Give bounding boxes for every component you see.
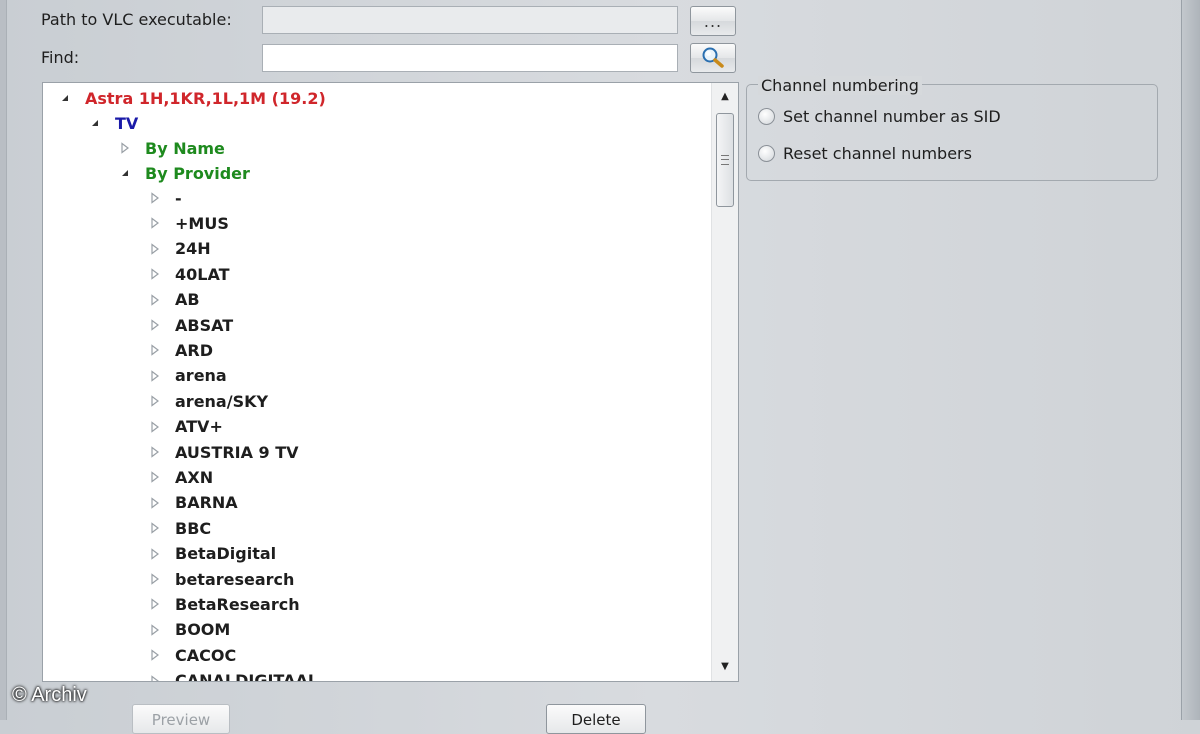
expand-arrow-icon[interactable] <box>147 241 163 257</box>
tree-node-label: betaresearch <box>175 569 295 589</box>
tree-node-root[interactable]: Astra 1H,1KR,1L,1M (19.2) <box>57 86 326 110</box>
tree-node-label: - <box>175 188 182 208</box>
vlc-path-field[interactable] <box>262 6 678 34</box>
expand-arrow-icon[interactable] <box>147 342 163 358</box>
watermark: © Archiv <box>12 684 87 706</box>
delete-button[interactable]: Delete <box>546 704 646 734</box>
tree-node-label: ABSAT <box>175 315 234 335</box>
expand-arrow-icon[interactable] <box>147 520 163 536</box>
tree-node-provider[interactable]: AUSTRIA 9 TV <box>147 440 299 464</box>
tree-node-label: arena <box>175 366 227 386</box>
expand-arrow-icon[interactable] <box>147 495 163 511</box>
tree-node-provider[interactable]: AXN <box>147 465 213 489</box>
tree-node-label: ATV+ <box>175 417 223 437</box>
tree-node-provider[interactable]: arena <box>147 364 227 388</box>
tree-node-provider[interactable]: ABSAT <box>147 313 233 337</box>
tree-node-provider[interactable]: 40LAT <box>147 262 230 286</box>
tree-node-provider[interactable]: arena/SKY <box>147 389 268 413</box>
channel-numbering-title: Channel numbering <box>758 76 922 95</box>
tree-node-label: CACOC <box>175 645 237 665</box>
tree-node-label: By Name <box>145 138 225 158</box>
tree-node-provider[interactable]: BetaResearch <box>147 592 300 616</box>
expand-arrow-icon[interactable] <box>147 622 163 638</box>
tree-node-label: Astra 1H,1KR,1L,1M (19.2) <box>85 88 326 108</box>
grip-icon <box>721 155 729 165</box>
find-input[interactable] <box>262 44 678 72</box>
tree-node-label: By Provider <box>145 163 250 183</box>
tree-node-provider[interactable]: 24H <box>147 237 211 261</box>
tree-node-provider[interactable]: +MUS <box>147 211 229 235</box>
tree-node-provider[interactable]: BARNA <box>147 491 238 515</box>
radio-reset-channel-numbers[interactable]: Reset channel numbers <box>758 144 972 163</box>
tree-node-label: BARNA <box>175 493 238 513</box>
radio-set-channel-number-as-sid[interactable]: Set channel number as SID <box>758 107 1001 126</box>
tree-node-label: TV <box>115 113 139 133</box>
expand-arrow-icon[interactable] <box>147 469 163 485</box>
tree-node-provider[interactable]: ATV+ <box>147 415 223 439</box>
tree-node-provider[interactable]: BOOM <box>147 618 230 642</box>
tree-node-label: BOOM <box>175 620 231 640</box>
expand-arrow-icon[interactable] <box>147 444 163 460</box>
scroll-down-arrow-icon[interactable]: ▼ <box>712 655 738 677</box>
expand-arrow-icon[interactable] <box>147 393 163 409</box>
tree-node-label: 40LAT <box>175 264 230 284</box>
expand-arrow-icon[interactable] <box>147 546 163 562</box>
tree-node-label: arena/SKY <box>175 391 269 411</box>
window-right-edge <box>1181 0 1200 720</box>
collapse-arrow-icon[interactable] <box>87 115 103 131</box>
collapse-arrow-icon[interactable] <box>57 90 73 106</box>
tree-node-label: BetaResearch <box>175 594 300 614</box>
tree-node-provider[interactable]: AB <box>147 288 200 312</box>
radio-button[interactable] <box>758 108 775 125</box>
tree-node-label: BetaDigital <box>175 544 277 564</box>
preview-button[interactable]: Preview <box>132 704 230 734</box>
tree-node-provider[interactable]: ARD <box>147 338 213 362</box>
tree-node-label: ARD <box>175 340 213 360</box>
browse-button-label: ... <box>703 11 723 31</box>
expand-arrow-icon[interactable] <box>147 419 163 435</box>
find-label: Find: <box>41 48 80 67</box>
expand-arrow-icon[interactable] <box>147 673 163 681</box>
tree-node-label: 24H <box>175 239 211 259</box>
tree-node-label: AXN <box>175 467 214 487</box>
expand-arrow-icon[interactable] <box>147 190 163 206</box>
radio-label: Set channel number as SID <box>783 107 1001 126</box>
tree-node-by-name[interactable]: By Name <box>117 136 225 160</box>
expand-arrow-icon[interactable] <box>147 317 163 333</box>
tree-node-provider[interactable]: CACOC <box>147 643 236 667</box>
tree-vertical-scrollbar[interactable]: ▲ ▼ <box>711 83 738 681</box>
scroll-up-arrow-icon[interactable]: ▲ <box>712 85 738 107</box>
radio-button[interactable] <box>758 145 775 162</box>
browse-button[interactable]: ... <box>690 6 736 36</box>
expand-arrow-icon[interactable] <box>147 215 163 231</box>
expand-arrow-icon[interactable] <box>117 140 133 156</box>
expand-arrow-icon[interactable] <box>147 266 163 282</box>
tree-node-label: AUSTRIA 9 TV <box>175 442 299 462</box>
scroll-thumb[interactable] <box>716 113 734 207</box>
vlc-path-label: Path to VLC executable: <box>41 10 232 29</box>
tree-node-tv[interactable]: TV <box>87 111 138 135</box>
expand-arrow-icon[interactable] <box>147 647 163 663</box>
window-left-edge <box>0 0 7 720</box>
tree-node-label: BBC <box>175 518 212 538</box>
tree-node-label: AB <box>175 290 200 310</box>
tree-node-provider[interactable]: CANALDIGITAAL <box>147 669 319 682</box>
radio-label: Reset channel numbers <box>783 144 972 163</box>
collapse-arrow-icon[interactable] <box>117 165 133 181</box>
tree-node-by-provider[interactable]: By Provider <box>117 161 250 185</box>
tree-node-provider[interactable]: betaresearch <box>147 567 294 591</box>
channel-numbering-group <box>746 84 1158 181</box>
expand-arrow-icon[interactable] <box>147 571 163 587</box>
tree-node-label: CANALDIGITAAL <box>175 671 319 682</box>
tree-node-provider[interactable]: BBC <box>147 516 211 540</box>
search-button[interactable] <box>690 43 736 73</box>
tree-node-provider[interactable]: BetaDigital <box>147 542 276 566</box>
tree-node-provider[interactable]: - <box>147 186 182 210</box>
expand-arrow-icon[interactable] <box>147 368 163 384</box>
magnifier-icon <box>702 47 724 68</box>
expand-arrow-icon[interactable] <box>147 292 163 308</box>
tree-node-label: +MUS <box>175 213 229 233</box>
expand-arrow-icon[interactable] <box>147 596 163 612</box>
channel-tree[interactable]: Astra 1H,1KR,1L,1M (19.2) TV By Name By … <box>42 82 739 682</box>
